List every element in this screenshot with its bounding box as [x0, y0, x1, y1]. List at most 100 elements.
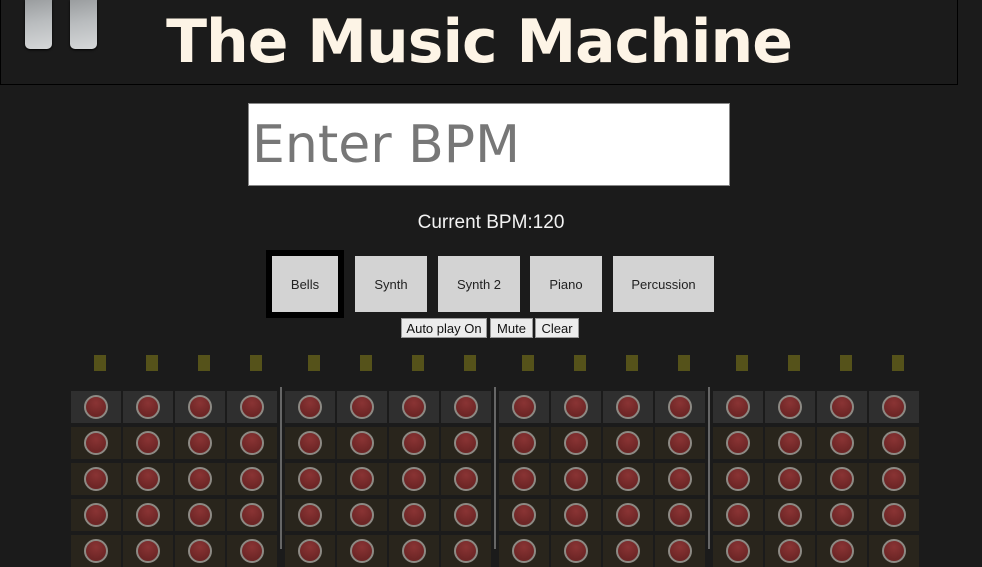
sequencer-cell[interactable] — [175, 463, 225, 495]
pad-button[interactable] — [240, 539, 264, 563]
pad-button[interactable] — [136, 539, 160, 563]
pad-button[interactable] — [564, 395, 588, 419]
pad-button[interactable] — [616, 395, 640, 419]
pad-button[interactable] — [350, 503, 374, 527]
autoplay-button[interactable]: Auto play On — [401, 318, 487, 338]
sequencer-cell[interactable] — [337, 463, 387, 495]
sequencer-cell[interactable] — [655, 535, 705, 567]
pad-button[interactable] — [830, 467, 854, 491]
pad-button[interactable] — [512, 467, 536, 491]
sequencer-cell[interactable] — [603, 391, 653, 423]
instrument-percussion-button[interactable]: Percussion — [613, 256, 714, 312]
pad-button[interactable] — [616, 467, 640, 491]
pad-button[interactable] — [350, 431, 374, 455]
sequencer-cell[interactable] — [499, 463, 549, 495]
sequencer-cell[interactable] — [175, 535, 225, 567]
sequencer-cell[interactable] — [285, 535, 335, 567]
sequencer-cell[interactable] — [389, 427, 439, 459]
pad-button[interactable] — [298, 503, 322, 527]
sequencer-cell[interactable] — [175, 427, 225, 459]
pad-button[interactable] — [616, 431, 640, 455]
pad-button[interactable] — [454, 539, 478, 563]
sequencer-cell[interactable] — [389, 391, 439, 423]
sequencer-cell[interactable] — [869, 535, 919, 567]
pad-button[interactable] — [830, 431, 854, 455]
clear-button[interactable]: Clear — [535, 318, 579, 338]
pad-button[interactable] — [830, 395, 854, 419]
sequencer-cell[interactable] — [71, 499, 121, 531]
pad-button[interactable] — [668, 503, 692, 527]
sequencer-cell[interactable] — [285, 391, 335, 423]
sequencer-cell[interactable] — [389, 463, 439, 495]
sequencer-cell[interactable] — [71, 391, 121, 423]
sequencer-cell[interactable] — [713, 535, 763, 567]
pad-button[interactable] — [240, 467, 264, 491]
pad-button[interactable] — [726, 467, 750, 491]
sequencer-cell[interactable] — [603, 463, 653, 495]
sequencer-cell[interactable] — [655, 499, 705, 531]
sequencer-cell[interactable] — [71, 427, 121, 459]
sequencer-cell[interactable] — [285, 427, 335, 459]
pad-button[interactable] — [454, 467, 478, 491]
instrument-synth-button[interactable]: Synth — [355, 256, 427, 312]
pad-button[interactable] — [402, 431, 426, 455]
sequencer-cell[interactable] — [227, 535, 277, 567]
pad-button[interactable] — [512, 431, 536, 455]
sequencer-cell[interactable] — [285, 463, 335, 495]
pad-button[interactable] — [350, 539, 374, 563]
pad-button[interactable] — [298, 467, 322, 491]
pad-button[interactable] — [188, 467, 212, 491]
pad-button[interactable] — [616, 503, 640, 527]
pad-button[interactable] — [402, 539, 426, 563]
pad-button[interactable] — [512, 395, 536, 419]
pad-button[interactable] — [298, 395, 322, 419]
pad-button[interactable] — [882, 503, 906, 527]
sequencer-cell[interactable] — [817, 499, 867, 531]
pad-button[interactable] — [298, 539, 322, 563]
pad-button[interactable] — [454, 395, 478, 419]
pad-button[interactable] — [882, 431, 906, 455]
pad-button[interactable] — [84, 503, 108, 527]
sequencer-cell[interactable] — [175, 499, 225, 531]
sequencer-cell[interactable] — [713, 499, 763, 531]
sequencer-cell[interactable] — [441, 463, 491, 495]
pad-button[interactable] — [240, 503, 264, 527]
mute-button[interactable]: Mute — [490, 318, 533, 338]
sequencer-cell[interactable] — [655, 427, 705, 459]
pad-button[interactable] — [726, 395, 750, 419]
sequencer-cell[interactable] — [603, 535, 653, 567]
bpm-input[interactable] — [248, 103, 730, 186]
sequencer-cell[interactable] — [817, 463, 867, 495]
sequencer-cell[interactable] — [603, 499, 653, 531]
sequencer-cell[interactable] — [337, 499, 387, 531]
sequencer-cell[interactable] — [441, 535, 491, 567]
sequencer-cell[interactable] — [869, 391, 919, 423]
sequencer-cell[interactable] — [389, 535, 439, 567]
sequencer-cell[interactable] — [123, 499, 173, 531]
pad-button[interactable] — [668, 467, 692, 491]
sequencer-cell[interactable] — [123, 535, 173, 567]
sequencer-cell[interactable] — [551, 391, 601, 423]
pad-button[interactable] — [188, 539, 212, 563]
sequencer-cell[interactable] — [713, 391, 763, 423]
sequencer-cell[interactable] — [337, 391, 387, 423]
sequencer-cell[interactable] — [441, 499, 491, 531]
pad-button[interactable] — [668, 431, 692, 455]
sequencer-cell[interactable] — [71, 535, 121, 567]
sequencer-cell[interactable] — [765, 391, 815, 423]
pad-button[interactable] — [882, 467, 906, 491]
sequencer-cell[interactable] — [713, 463, 763, 495]
pad-button[interactable] — [402, 467, 426, 491]
sequencer-cell[interactable] — [227, 427, 277, 459]
pad-button[interactable] — [454, 431, 478, 455]
pad-button[interactable] — [726, 431, 750, 455]
pad-button[interactable] — [668, 539, 692, 563]
sequencer-cell[interactable] — [551, 463, 601, 495]
sequencer-cell[interactable] — [499, 391, 549, 423]
pad-button[interactable] — [188, 395, 212, 419]
pad-button[interactable] — [84, 431, 108, 455]
pad-button[interactable] — [778, 539, 802, 563]
sequencer-cell[interactable] — [551, 427, 601, 459]
sequencer-cell[interactable] — [227, 463, 277, 495]
pad-button[interactable] — [136, 395, 160, 419]
